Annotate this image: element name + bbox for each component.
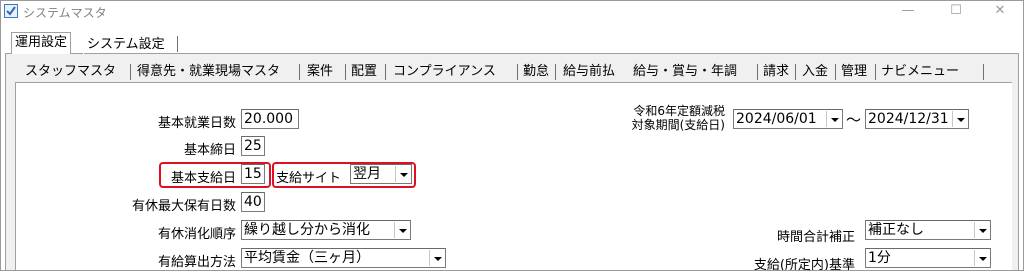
pay-site-select[interactable]: 翌月 (350, 164, 412, 184)
leave-order-label: 有休消化順序 (157, 227, 236, 242)
maximize-button[interactable]: ☐ (933, 1, 979, 23)
tab-divider (757, 64, 758, 80)
tab-billing[interactable]: 請求 (763, 60, 789, 82)
tab-divider (983, 64, 984, 80)
app-icon (4, 4, 18, 18)
paid-calc-label: 有給算出方法 (157, 255, 236, 270)
tax-period-from-select[interactable]: 2024/06/01 (733, 109, 843, 129)
tab-staff-master[interactable]: スタッフマスタ (25, 60, 116, 82)
tab-system-settings[interactable]: システム設定 (83, 34, 168, 54)
chevron-down-icon[interactable] (395, 166, 410, 182)
tab-divider (835, 64, 836, 80)
tab-client-site-master[interactable]: 得意先・就業現場マスタ (137, 60, 280, 82)
tab-compliance[interactable]: コンプライアンス (393, 60, 496, 82)
tab-attendance[interactable]: 勤怠 (523, 60, 549, 82)
tab-project[interactable]: 案件 (307, 60, 333, 82)
tab-navi-menu[interactable]: ナビメニュー (881, 60, 959, 82)
tab-divider (345, 64, 346, 80)
tab-placement[interactable]: 配置 (351, 60, 377, 82)
paid-calc-value: 平均賃金（三ヶ月） (244, 250, 370, 266)
tab-salary-bonus-yearend[interactable]: 給与・賞与・年調 (633, 60, 737, 82)
tax-period-to-select[interactable]: 2024/12/31 (865, 109, 969, 129)
chevron-down-icon[interactable] (952, 111, 967, 127)
pay-basis-select[interactable]: 1分 (865, 248, 991, 268)
basic-work-days-field[interactable]: 20.000 (241, 109, 299, 129)
tab-salary-prepay[interactable]: 給与前払 (563, 60, 615, 82)
time-total-value: 補正なし (868, 222, 924, 238)
app-window: システムマスタ — ☐ ✕ 運用設定 システム設定 スタッフマスタ 得意先・就業… (0, 0, 1024, 271)
basic-pay-day-label: 基本支給日 (170, 171, 236, 186)
tab-divider (875, 64, 876, 80)
close-button[interactable]: ✕ (977, 1, 1023, 23)
tax-period-from-value: 2024/06/01 (736, 111, 817, 127)
pay-site-value: 翌月 (353, 166, 381, 182)
tab-divider (299, 64, 300, 80)
tab-management[interactable]: 管理 (841, 60, 867, 82)
basic-pay-day-field[interactable]: 15 (241, 164, 265, 184)
chevron-down-icon[interactable] (826, 111, 841, 127)
tab-divider (555, 64, 556, 80)
tab-divider (795, 64, 796, 80)
max-paid-leave-field[interactable]: 40 (241, 192, 265, 212)
basic-close-day-label: 基本締日 (183, 143, 236, 158)
tax-period-separator: 〜 (846, 111, 862, 129)
pay-basis-value: 1分 (868, 250, 891, 266)
chevron-down-icon[interactable] (974, 250, 989, 266)
max-paid-leave-label: 有休最大保有日数 (131, 199, 236, 214)
chevron-down-icon[interactable] (429, 250, 444, 266)
tab-operation-settings[interactable]: 運用設定 (11, 32, 72, 54)
basic-close-day-field[interactable]: 25 (241, 136, 265, 156)
time-total-label: 時間合計補正 (776, 230, 855, 245)
window-title: システムマスタ (23, 6, 107, 20)
pay-site-label: 支給サイト (276, 171, 342, 186)
tab-divider (385, 64, 386, 80)
tab-divider (517, 64, 518, 80)
title-bar: システムマスタ — ☐ ✕ (1, 1, 1023, 23)
tab-divider (177, 36, 178, 52)
minimize-button[interactable]: — (885, 1, 931, 23)
time-total-select[interactable]: 補正なし (865, 220, 991, 240)
tax-period-label-line2: 対象期間(支給日) (631, 118, 725, 132)
pay-basis-label: 支給(所定内)基準 (753, 258, 855, 271)
tab-divider (130, 64, 131, 80)
tax-period-to-value: 2024/12/31 (868, 111, 949, 127)
leave-order-select[interactable]: 繰り越し分から消化 (241, 220, 411, 240)
chevron-down-icon[interactable] (974, 222, 989, 238)
basic-work-days-label: 基本就業日数 (157, 116, 236, 131)
chevron-down-icon[interactable] (394, 222, 409, 238)
leave-order-value: 繰り越し分から消化 (244, 222, 370, 238)
tab-payment-received[interactable]: 入金 (802, 60, 828, 82)
paid-calc-select[interactable]: 平均賃金（三ヶ月） (241, 248, 446, 268)
